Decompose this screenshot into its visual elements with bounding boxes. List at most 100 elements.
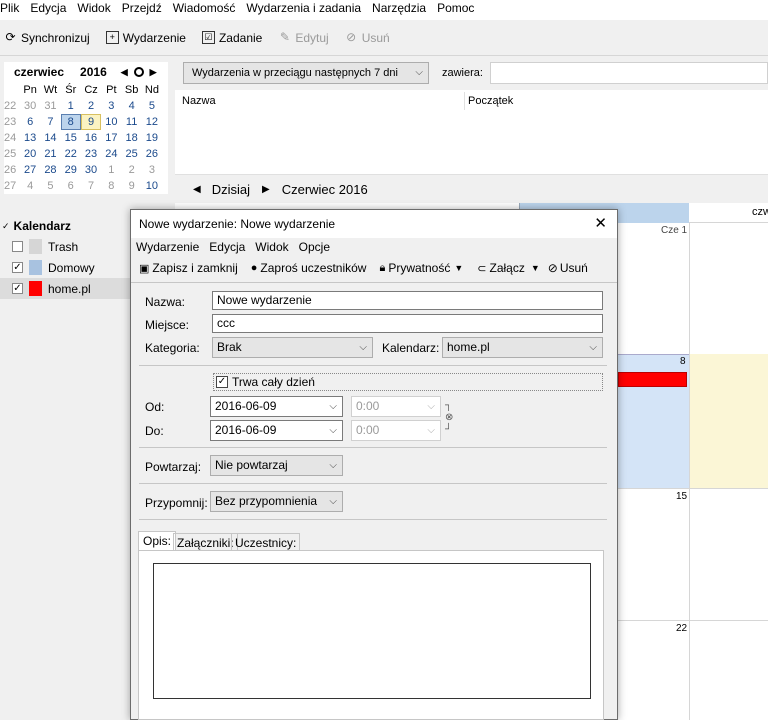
mini-calendar-day[interactable]: 15	[61, 130, 81, 146]
delete-button[interactable]: ⊘ Usuń	[345, 31, 390, 45]
mini-calendar-day[interactable]: 17	[101, 130, 121, 146]
mini-calendar-day[interactable]: 8	[101, 178, 121, 194]
menu-help[interactable]: Pomoc	[437, 0, 474, 20]
mini-calendar-day[interactable]: 3	[142, 162, 162, 178]
calendar-checkbox[interactable]	[12, 241, 23, 252]
mini-calendar-day[interactable]: 2	[81, 98, 101, 114]
mini-calendar-day[interactable]: 7	[40, 114, 60, 130]
edit-button[interactable]: ✎ Edytuj	[278, 31, 329, 45]
menu-view[interactable]: Widok	[77, 0, 110, 20]
mini-month[interactable]: czerwiec	[14, 65, 64, 79]
new-task-button[interactable]: ☑ Zadanie	[201, 31, 262, 45]
mini-calendar-day[interactable]: 21	[40, 146, 60, 162]
link-times-icon[interactable]: ┐ ⊗ ┘	[445, 400, 455, 436]
mini-calendar-day[interactable]: 5	[142, 98, 162, 114]
mini-calendar-day[interactable]: 16	[81, 130, 101, 146]
tab-attendees[interactable]: Uczestnicy:	[231, 533, 301, 551]
mini-calendar-day[interactable]: 24	[101, 146, 121, 162]
from-time-picker[interactable]: 0:00 ⌵	[351, 396, 441, 417]
mini-calendar-day[interactable]: 1	[61, 98, 81, 114]
event-bar[interactable]	[618, 372, 687, 387]
mini-calendar-day[interactable]: 28	[40, 162, 60, 178]
close-icon[interactable]: ✕	[594, 210, 607, 238]
mini-calendar-day[interactable]: 4	[20, 178, 40, 194]
mini-calendar-day[interactable]: 9	[80, 114, 102, 130]
menu-edit[interactable]: Edycja	[30, 0, 66, 20]
next-month-icon[interactable]: ▶	[150, 67, 157, 78]
menu-events-tasks[interactable]: Wydarzenia i zadania	[246, 0, 361, 20]
mini-calendar-day[interactable]: 12	[142, 114, 162, 130]
privacy-button[interactable]: Prywatność	[388, 261, 450, 275]
to-date-picker[interactable]: 2016-06-09 ⌵	[210, 420, 343, 441]
dialog-menu-event[interactable]: Wydarzenie	[136, 240, 199, 254]
mini-calendar-day[interactable]: 20	[20, 146, 40, 162]
mini-calendar-day[interactable]: 29	[61, 162, 81, 178]
attach-button[interactable]: Załącz	[490, 261, 525, 275]
mini-calendar-day[interactable]: 4	[121, 98, 141, 114]
mini-calendar-day[interactable]: 18	[121, 130, 141, 146]
menu-file[interactable]: Plik	[0, 0, 19, 20]
dialog-menu-options[interactable]: Opcje	[299, 240, 330, 254]
today-button[interactable]: Dzisiaj	[212, 182, 250, 197]
description-textarea[interactable]	[153, 563, 591, 699]
menu-tools[interactable]: Narzędzia	[372, 0, 426, 20]
allday-checkbox-row[interactable]: ✓ Trwa cały dzień	[213, 373, 603, 391]
calendar-checkbox[interactable]: ✓	[12, 262, 23, 273]
next-period-icon[interactable]: ▶	[262, 184, 270, 195]
tab-description[interactable]: Opis:	[138, 531, 177, 551]
mini-calendar-day[interactable]: 26	[142, 146, 162, 162]
attach-dropdown-icon[interactable]: ▼	[531, 263, 540, 273]
mini-calendar-day[interactable]: 5	[40, 178, 60, 194]
from-date-picker[interactable]: 2016-06-09 ⌵	[210, 396, 343, 417]
mini-calendar-day[interactable]: 9	[121, 178, 141, 194]
menu-message[interactable]: Wiadomość	[173, 0, 236, 20]
mini-year[interactable]: 2016	[80, 65, 107, 79]
repeat-select[interactable]: Nie powtarzaj ⌵	[210, 455, 343, 476]
privacy-dropdown-icon[interactable]: ▼	[454, 263, 463, 273]
collapse-arrow-icon[interactable]: ✓	[2, 221, 10, 232]
dialog-delete-button[interactable]: Usuń	[560, 261, 588, 275]
mini-calendar-day[interactable]: 22	[61, 146, 81, 162]
menu-go[interactable]: Przejdź	[122, 0, 162, 20]
mini-calendar-day[interactable]: 8	[60, 114, 81, 130]
mini-calendar-day[interactable]: 7	[81, 178, 101, 194]
mini-calendar-day[interactable]: 10	[142, 178, 162, 194]
dialog-menu-edit[interactable]: Edycja	[209, 240, 245, 254]
search-input[interactable]	[490, 62, 768, 84]
mini-calendar-day[interactable]: 10	[101, 114, 121, 130]
mini-calendar-day[interactable]: 1	[101, 162, 121, 178]
event-filter-select[interactable]: Wydarzenia w przeciągu następnych 7 dni …	[183, 62, 429, 84]
col-start-header[interactable]: Początek	[468, 95, 513, 107]
sync-button[interactable]: ⟳ Synchronizuj	[4, 31, 89, 45]
allday-checkbox[interactable]: ✓	[216, 376, 228, 388]
mini-calendar-day[interactable]: 2	[121, 162, 141, 178]
mini-calendar-day[interactable]: 19	[142, 130, 162, 146]
mini-calendar-day[interactable]: 23	[81, 146, 101, 162]
mini-calendar-day[interactable]: 14	[40, 130, 60, 146]
save-close-button[interactable]: Zapisz i zamknij	[152, 261, 237, 275]
tab-attachments[interactable]: Załączniki:	[173, 533, 238, 551]
dialog-menu-view[interactable]: Widok	[255, 240, 288, 254]
calendar-checkbox[interactable]: ✓	[12, 283, 23, 294]
mini-calendar-day[interactable]: 31	[40, 98, 60, 114]
invite-button[interactable]: Zaproś uczestników	[260, 261, 366, 275]
new-event-button[interactable]: + Wydarzenie	[105, 31, 186, 45]
name-input[interactable]: Nowe wydarzenie	[212, 291, 603, 310]
mini-calendar-day[interactable]: 27	[20, 162, 40, 178]
col-name-header[interactable]: Nazwa	[182, 95, 216, 107]
mini-calendar-day[interactable]: 25	[121, 146, 141, 162]
place-input[interactable]: ccc	[212, 314, 603, 333]
mini-calendar-day[interactable]: 3	[101, 98, 121, 114]
mini-calendar-day[interactable]: 6	[61, 178, 81, 194]
category-select[interactable]: Brak ⌵	[212, 337, 373, 358]
prev-period-icon[interactable]: ◀	[193, 184, 201, 195]
to-time-picker[interactable]: 0:00 ⌵	[351, 420, 441, 441]
calendar-select[interactable]: home.pl ⌵	[442, 337, 603, 358]
today-circle-icon[interactable]	[133, 67, 144, 77]
mini-calendar-day[interactable]: 6	[20, 114, 40, 130]
mini-calendar-day[interactable]: 11	[121, 114, 141, 130]
mini-calendar-day[interactable]: 30	[81, 162, 101, 178]
mini-calendar-day[interactable]: 13	[20, 130, 40, 146]
mini-calendar-day[interactable]: 30	[20, 98, 40, 114]
prev-month-icon[interactable]: ◀	[121, 67, 128, 78]
